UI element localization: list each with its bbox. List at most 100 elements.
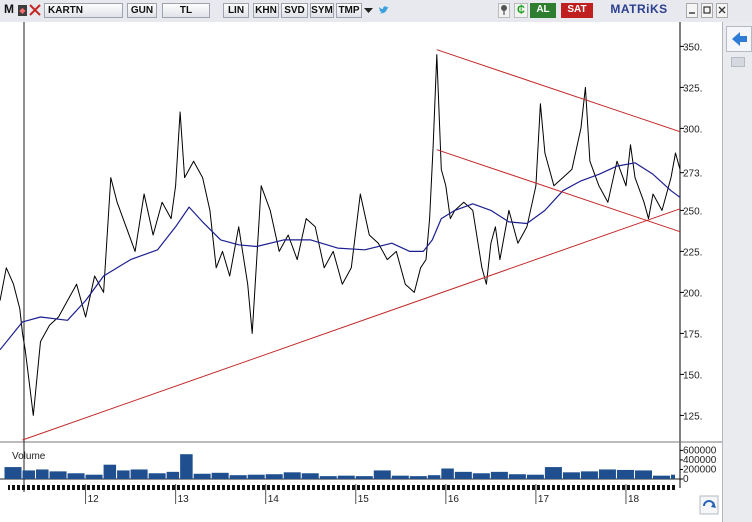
sell-button[interactable]: SAT	[561, 3, 593, 18]
time-ruler-gap	[575, 485, 577, 490]
pin-icon[interactable]	[498, 3, 510, 18]
volume-bar	[130, 469, 148, 479]
chart-background	[0, 22, 722, 522]
time-ruler-gap	[410, 485, 412, 490]
time-ruler-gap	[455, 485, 457, 490]
m-button[interactable]: M	[2, 3, 16, 18]
chart-settings-icon[interactable]	[699, 495, 719, 515]
time-tick-label: 13	[178, 494, 190, 505]
period-button[interactable]: GUN	[127, 3, 157, 18]
brand-logo: MATRiKS	[610, 2, 668, 16]
volume-bar	[373, 470, 391, 479]
time-ruler-gap	[40, 485, 42, 490]
time-ruler-gap	[545, 485, 547, 490]
time-ruler-gap	[165, 485, 167, 490]
time-ruler-gap	[645, 485, 647, 490]
scale-button[interactable]: LIN	[223, 3, 249, 18]
twitter-icon[interactable]	[377, 3, 391, 18]
time-ruler-gap	[635, 485, 637, 490]
time-ruler-gap	[345, 485, 347, 490]
time-ruler-gap	[380, 485, 382, 490]
sym-button[interactable]: SYM	[310, 3, 334, 18]
dropdown-arrow-icon[interactable]	[363, 3, 374, 18]
volume-tick-label: 400000	[683, 455, 717, 466]
time-ruler-gap	[125, 485, 127, 490]
price-tick-label: 300.	[683, 124, 702, 135]
time-ruler-gap	[310, 485, 312, 490]
time-ruler-gap	[230, 485, 232, 490]
back-arrow-icon[interactable]	[726, 26, 752, 52]
time-ruler-gap	[435, 485, 437, 490]
time-ruler-gap	[90, 485, 92, 490]
edit-icon[interactable]	[28, 3, 42, 18]
time-ruler-gap	[465, 485, 467, 490]
time-ruler-gap	[565, 485, 567, 490]
price-chart[interactable]: Volume 125. 150. 175. 200. 225. 250. 273. 300. 3…	[0, 22, 722, 522]
time-ruler-gap	[110, 485, 112, 490]
time-ruler-gap	[640, 485, 642, 490]
time-ruler-gap	[15, 485, 17, 490]
price-tick-label: 225.	[683, 247, 702, 258]
time-ruler-gap	[655, 485, 657, 490]
time-ruler-gap	[495, 485, 497, 490]
symbol-field[interactable]: KARTN	[44, 3, 123, 18]
volume-bar	[544, 467, 562, 479]
time-ruler-gap	[405, 485, 407, 490]
time-tick-label: 16	[448, 494, 460, 505]
svd-button[interactable]: SVD	[281, 3, 308, 18]
time-ruler-gap	[590, 485, 592, 490]
time-ruler-gap	[60, 485, 62, 490]
volume-tick-label: 600000	[683, 445, 717, 456]
time-ruler-gap	[605, 485, 607, 490]
buy-button[interactable]: AL	[530, 3, 556, 18]
price-tick-label: 325.	[683, 83, 702, 94]
time-ruler-gap	[570, 485, 572, 490]
volume-bar	[193, 473, 211, 479]
khn-button[interactable]: KHN	[253, 3, 279, 18]
time-ruler-gap	[315, 485, 317, 490]
volume-bar	[67, 473, 85, 479]
volume-bar	[148, 473, 166, 479]
price-tick-label: 273.	[683, 169, 702, 180]
volume-bar	[652, 475, 670, 479]
volume-bar	[180, 454, 193, 479]
volume-bar	[472, 473, 490, 479]
time-ruler-gap	[460, 485, 462, 490]
volume-bar	[247, 474, 265, 479]
time-ruler-gap	[515, 485, 517, 490]
time-ruler-gap	[20, 485, 22, 490]
minimize-icon[interactable]	[686, 3, 698, 18]
time-ruler-gap	[630, 485, 632, 490]
time-ruler-gap	[560, 485, 562, 490]
time-ruler-gap	[390, 485, 392, 490]
refresh-icon[interactable]: ₵	[514, 3, 528, 18]
time-ruler-gap	[135, 485, 137, 490]
time-ruler-gap	[425, 485, 427, 490]
volume-bar	[355, 476, 373, 479]
time-ruler-gap	[550, 485, 552, 490]
time-tick-label: 18	[628, 494, 640, 505]
time-ruler-gap	[375, 485, 377, 490]
time-ruler-gap	[140, 485, 142, 490]
time-ruler-gap	[475, 485, 477, 490]
time-ruler-gap	[50, 485, 52, 490]
time-ruler-gap	[595, 485, 597, 490]
close-icon[interactable]	[716, 3, 728, 18]
flag-icon[interactable]: ◆	[18, 5, 27, 16]
volume-bar	[117, 470, 130, 479]
volume-bar	[634, 470, 652, 479]
time-ruler-gap	[130, 485, 132, 490]
tmp-button[interactable]: TMP	[336, 3, 362, 18]
time-ruler-gap	[160, 485, 162, 490]
time-ruler-gap	[75, 485, 77, 490]
panel-handle[interactable]	[731, 57, 745, 67]
time-ruler-gap	[585, 485, 587, 490]
volume-bar	[283, 472, 301, 479]
currency-button[interactable]: TL	[162, 3, 210, 18]
maximize-icon[interactable]	[701, 3, 713, 18]
price-tick-label: 125.	[683, 411, 702, 422]
time-ruler-gap	[450, 485, 452, 490]
time-ruler-gap	[430, 485, 432, 490]
time-ruler-gap	[330, 485, 332, 490]
time-ruler-gap	[620, 485, 622, 490]
